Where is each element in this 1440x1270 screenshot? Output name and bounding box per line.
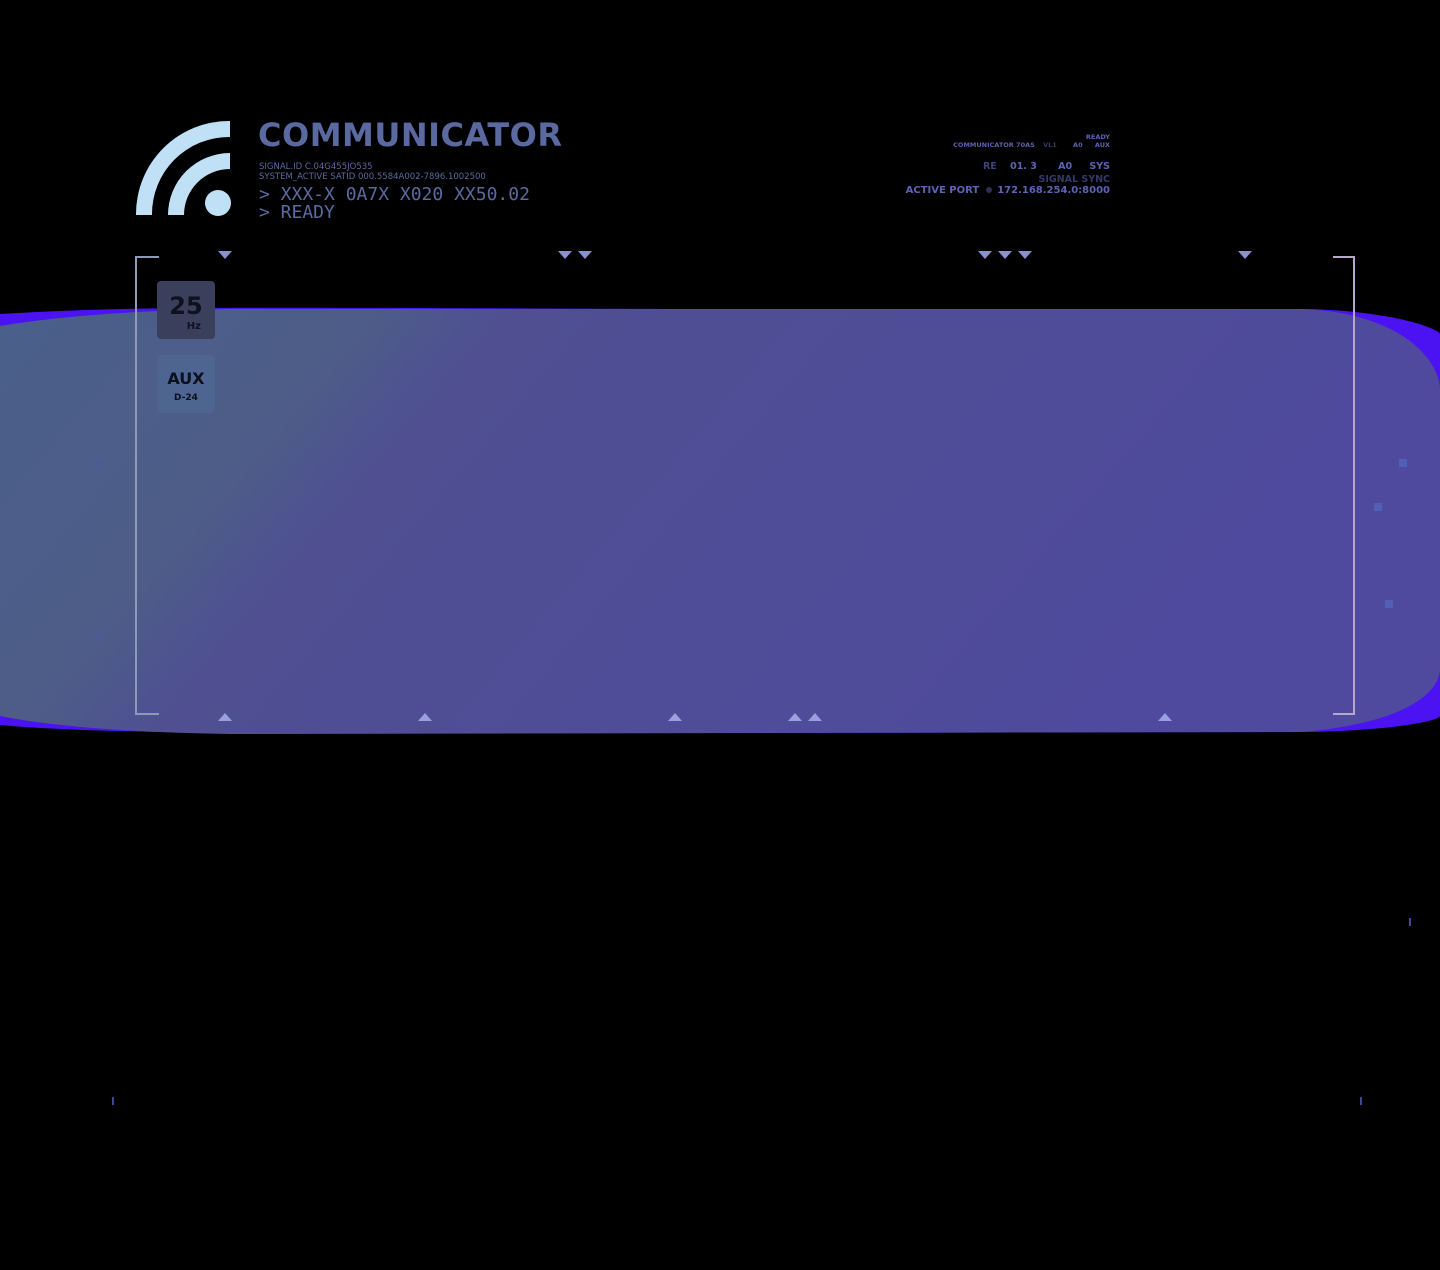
- aux-button[interactable]: AUX D-24: [157, 355, 215, 413]
- app-title: COMMUNICATOR: [258, 116, 563, 154]
- marker-down: [1018, 251, 1032, 259]
- frequency-button[interactable]: 25 Hz: [157, 281, 215, 339]
- signal-id: SIGNAL.ID C.04G455JO535: [259, 162, 373, 172]
- system-active-id: SYSTEM_ACTIVE SATID 000.5584A002-7896.10…: [259, 172, 486, 182]
- marker-down: [978, 251, 992, 259]
- model-label: COMMUNICATOR 70AS: [953, 141, 1035, 149]
- status-ready: READY: [1080, 133, 1110, 141]
- a0-label: A0: [1073, 141, 1083, 149]
- a0-b-label: A0: [1058, 161, 1073, 172]
- marker-up: [418, 713, 432, 721]
- marker-up: [788, 713, 802, 721]
- aux-button-sub: D-24: [174, 393, 198, 403]
- console-status-line: > READY: [259, 202, 335, 223]
- indicator-square: [95, 632, 101, 638]
- aux-button-label: AUX: [167, 369, 205, 388]
- model-sub-label: VL1: [1043, 141, 1057, 149]
- indicator-square: [1374, 503, 1382, 511]
- indicator-square: [1399, 459, 1407, 467]
- re-label: RE: [982, 161, 997, 172]
- signal-sync-label: SIGNAL SYNC: [1038, 174, 1110, 185]
- sys-label: SYS: [1089, 161, 1110, 172]
- marker-up: [1158, 713, 1172, 721]
- marker-down: [1238, 251, 1252, 259]
- version-label: 01. 3: [1010, 161, 1037, 172]
- port-indicator-dot: [986, 187, 993, 193]
- marker-up: [808, 713, 822, 721]
- active-port-row: ACTIVE PORT 172.168.254.0:8000: [900, 185, 1110, 196]
- active-port-value: 172.168.254.0:8000: [997, 185, 1110, 196]
- marker-down: [998, 251, 1012, 259]
- ready-label: READY: [1085, 133, 1110, 141]
- indicator-square: [1385, 600, 1393, 608]
- tick-mark: [1409, 918, 1411, 926]
- marker-up: [218, 713, 232, 721]
- status-model-row: COMMUNICATOR 70AS VL1 A0 AUX: [947, 141, 1110, 149]
- tick-mark: [112, 1097, 114, 1105]
- active-port-label: ACTIVE PORT: [905, 185, 980, 196]
- frequency-value: 25: [169, 292, 203, 320]
- signal-band: [0, 307, 1440, 734]
- marker-down: [578, 251, 592, 259]
- tick-mark: [1360, 1097, 1362, 1105]
- aux-label: AUX: [1094, 141, 1110, 149]
- frame-bracket-right: [1333, 256, 1355, 715]
- status-version-row: RE 01. 3 A0 SYS: [977, 161, 1110, 172]
- indicator-square: [95, 460, 101, 466]
- marker-down: [218, 251, 232, 259]
- wifi-signal-icon: [132, 118, 236, 218]
- frame-bracket-left: [135, 256, 159, 715]
- marker-down: [558, 251, 572, 259]
- frequency-unit: Hz: [186, 321, 201, 332]
- marker-up: [668, 713, 682, 721]
